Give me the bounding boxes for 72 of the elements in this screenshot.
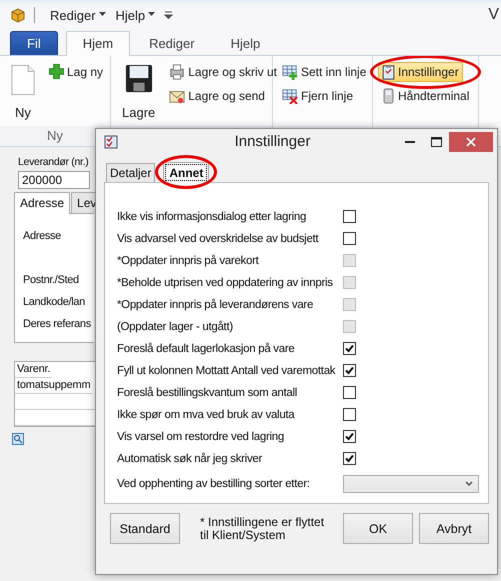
plus-icon bbox=[49, 64, 64, 79]
ribbon-tab[interactable]: Hjem bbox=[66, 31, 130, 56]
option-label: Foreslå bestillingskvantum som antall bbox=[117, 386, 298, 398]
app-box-icon bbox=[10, 7, 26, 23]
option-label: *Oppdater innpris på leverandørens vare bbox=[117, 298, 314, 310]
ribbon-tab[interactable]: Fil bbox=[10, 31, 58, 55]
ribbon-button[interactable]: Håndterminal bbox=[378, 86, 474, 106]
option-label: Foreslå default lagerlokasjon på vare bbox=[117, 342, 294, 354]
field-label: Ved opphenting av bestilling sorter etter: bbox=[117, 478, 310, 490]
checkbox[interactable] bbox=[343, 232, 356, 245]
field-label: Postnr./Sted bbox=[23, 274, 79, 286]
field-label: Deres referans bbox=[23, 318, 91, 330]
maximize-icon bbox=[430, 136, 442, 146]
window-title: V bbox=[488, 6, 499, 24]
group-label: Ny bbox=[47, 128, 63, 143]
caret-icon bbox=[98, 12, 106, 16]
ribbon-button[interactable]: Lag ny bbox=[45, 62, 108, 81]
option-label: *Beholde utprisen ved oppdatering av innpris bbox=[117, 276, 333, 288]
checkbox[interactable] bbox=[343, 430, 356, 443]
grid-delete-icon bbox=[282, 88, 298, 104]
chevron-down-icon bbox=[465, 481, 473, 487]
field-label: Landkode/lan bbox=[23, 296, 85, 308]
caret-icon bbox=[148, 12, 156, 16]
checkbox[interactable] bbox=[343, 210, 356, 223]
option-label: Fyll ut kolonnen Mottatt Antall ved varemottak bbox=[117, 364, 336, 376]
dialog-button[interactable]: Standard bbox=[110, 513, 180, 544]
ribbon-tab[interactable]: Rediger bbox=[132, 31, 212, 55]
field-label: Leverandør (nr.) bbox=[18, 156, 88, 168]
ribbon-button[interactable]: Lagre bbox=[116, 62, 162, 126]
tab[interactable]: Adresse bbox=[14, 192, 70, 214]
checkbox[interactable] bbox=[343, 364, 356, 377]
page-icon bbox=[11, 64, 35, 96]
dialog-title: Innstillinger bbox=[234, 133, 312, 150]
grid-plus-icon bbox=[282, 64, 298, 80]
ribbon-button[interactable]: Fjern linje bbox=[278, 86, 358, 106]
checkbox[interactable] bbox=[343, 386, 356, 399]
option-label: Ikke spør om mva ved bruk av valuta bbox=[117, 408, 294, 420]
minimize-icon bbox=[405, 140, 415, 144]
checklist-icon bbox=[104, 134, 118, 148]
checkbox[interactable] bbox=[343, 408, 356, 421]
close-button[interactable] bbox=[449, 132, 493, 152]
handheld-device-icon bbox=[382, 88, 395, 104]
ribbon-button[interactable]: Ny bbox=[5, 62, 41, 126]
checkbox[interactable] bbox=[343, 342, 356, 355]
supplier-number-field[interactable]: 200000 bbox=[18, 171, 90, 189]
search-icon[interactable] bbox=[12, 433, 24, 445]
ribbon-button[interactable]: Lagre og skriv ut bbox=[165, 62, 281, 82]
printer-icon bbox=[169, 64, 186, 80]
option-label: Vis advarsel ved overskridelse av budsjett bbox=[117, 232, 318, 244]
ribbon-button[interactable]: Sett inn linje bbox=[278, 62, 370, 82]
column-header: Varenr. bbox=[15, 362, 52, 378]
ribbon-button[interactable]: Lagre og send bbox=[165, 86, 269, 106]
field-label: Adresse bbox=[23, 230, 61, 244]
dialog-button[interactable]: OK bbox=[343, 513, 413, 544]
option-label: Automatisk søk når jeg skriver bbox=[117, 452, 262, 464]
tab[interactable]: Annet bbox=[163, 162, 210, 183]
close-icon bbox=[466, 136, 476, 146]
dialog-button[interactable]: Avbryt bbox=[419, 513, 489, 544]
clipboard-icon bbox=[382, 64, 395, 80]
menu-button[interactable]: Hjelp bbox=[112, 6, 158, 24]
ribbon-tab[interactable]: Hjelp bbox=[214, 31, 278, 55]
checkbox[interactable] bbox=[343, 452, 356, 465]
menu-button[interactable]: Rediger bbox=[47, 6, 109, 24]
tab[interactable]: Detaljer bbox=[106, 163, 156, 182]
envelope-icon bbox=[169, 88, 186, 104]
option-label: (Oppdater lager - utgått) bbox=[117, 320, 233, 332]
option-label: *Oppdater innpris på varekort bbox=[117, 254, 259, 266]
option-label: Ikke vis informasjonsdialog etter lagring bbox=[117, 210, 306, 222]
option-label: Vis varsel om restordre ved lagring bbox=[117, 430, 284, 442]
ribbon-button[interactable]: Innstillinger bbox=[378, 62, 463, 82]
footnote-text: * Innstillingene er flyttet til Klient/System bbox=[200, 516, 326, 542]
customize-toolbar-icon[interactable] bbox=[164, 11, 174, 19]
